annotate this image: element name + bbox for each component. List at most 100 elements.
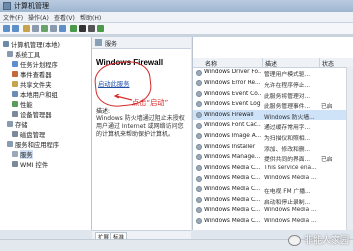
- event-viewer-icon: [12, 71, 18, 77]
- performance-icon: [12, 101, 18, 107]
- table-row[interactable]: Windows Font Cac... 通过缓存常用字...: [193, 121, 353, 131]
- wechat-icon: [287, 235, 301, 246]
- description-text: Windows 防火墙通过阻止未授权用户通过 Internet 或网络访问您的计…: [96, 115, 185, 138]
- service-description: Windows Media ...: [264, 207, 317, 214]
- app-icon: [3, 2, 11, 10]
- tree-item-storage[interactable]: 存储: [15, 120, 28, 129]
- vertical-scrollbar[interactable]: [346, 67, 353, 230]
- watermark: 非能人家园: [287, 233, 349, 246]
- table-row[interactable]: Windows Firewall Windows 防火墙...: [193, 110, 353, 121]
- tree-item-services[interactable]: 服务: [20, 150, 33, 159]
- service-name: Windows Media C...: [204, 175, 261, 182]
- gear-icon: [196, 122, 202, 129]
- watermark-text: 非能人家园: [303, 236, 349, 246]
- computer-management-window: 计算机管理 文件(F) 操作(A) 查看(V) 帮助(H) 计算机管理(本地) …: [0, 0, 353, 251]
- services-header: 服务: [92, 37, 191, 49]
- menu-help[interactable]: 帮助(H): [80, 13, 101, 22]
- table-row[interactable]: Windows Media C... Windows Media ...: [193, 216, 353, 226]
- table-row[interactable]: Windows Manage... 提供共同的界面... 已启: [193, 153, 353, 163]
- navigation-tree: 计算机管理(本地) 系统工具 任务计划程序 事件查看器 共享文件夹 本地用户和组…: [0, 37, 92, 230]
- column-status[interactable]: 状态: [322, 59, 334, 68]
- column-description[interactable]: 描述: [265, 59, 277, 68]
- tree-root[interactable]: 计算机管理(本地): [11, 40, 60, 49]
- tree-item-system-tools[interactable]: 系统工具: [15, 50, 40, 59]
- help-icon[interactable]: [59, 25, 66, 32]
- gear-icon: [196, 186, 202, 193]
- gear-icon: [196, 111, 202, 118]
- table-row[interactable]: Windows Media C... This service ena...: [193, 163, 353, 173]
- service-status: 已启: [321, 104, 333, 111]
- menu-view[interactable]: 查看(V): [54, 13, 75, 22]
- disk-icon: [12, 131, 18, 137]
- table-row[interactable]: Windows Media C... 启动和停止录制...: [193, 195, 353, 206]
- column-divider: [262, 58, 263, 67]
- service-description: Windows Media ...: [264, 217, 317, 224]
- refresh-icon[interactable]: [41, 25, 48, 32]
- table-row[interactable]: Windows Installer 添加、修改和删...: [193, 142, 353, 153]
- folder-icon[interactable]: [23, 25, 30, 32]
- tree-item-local-users[interactable]: 本地用户和组: [20, 90, 58, 99]
- table-row[interactable]: Windows Media C... Windows Media ...: [193, 206, 353, 216]
- computer-icon: [3, 41, 9, 47]
- table-row[interactable]: Windows Image A... 为扫描仪和照相...: [193, 132, 353, 142]
- service-description: 允许在程序停止...: [264, 82, 311, 89]
- services-list: 名称 描述 状态 Windows Driver Fo... 管理用户模式驱... W…: [192, 37, 353, 230]
- service-name: Windows Error Re...: [204, 79, 261, 86]
- stop-service-icon[interactable]: [79, 25, 86, 32]
- export-icon[interactable]: [50, 25, 57, 32]
- gear-icon: [196, 164, 202, 171]
- description-title: 描述:: [96, 108, 111, 115]
- service-name: Windows Event Co...: [204, 90, 261, 97]
- service-name: Windows Event Log: [204, 101, 261, 108]
- click-start-annotation: 点击“启动”: [132, 98, 169, 107]
- service-status: 已启: [321, 157, 333, 164]
- tree-item-shared-folders[interactable]: 共享文件夹: [20, 80, 51, 89]
- table-row[interactable]: Windows Driver Fo... 管理用户模式驱...: [193, 68, 353, 78]
- column-name[interactable]: 名称: [205, 59, 217, 68]
- tree-item-services-and-apps[interactable]: 服务和应用程序: [15, 140, 59, 149]
- service-details-pane: 服务 Windows Firewall 启动此服务 点击“启动” 描述: Win…: [92, 37, 191, 230]
- services-apps-icon: [7, 141, 13, 147]
- service-description: 在电视 FM 广播...: [264, 188, 311, 195]
- service-name: Windows Font Cac...: [204, 122, 261, 129]
- service-description: 此服务将管理对...: [264, 93, 311, 100]
- gear-icon: [196, 196, 202, 203]
- table-row[interactable]: Windows Error Re... 允许在程序停止...: [193, 79, 353, 89]
- device-manager-icon: [12, 111, 18, 117]
- tree-item-task-scheduler[interactable]: 任务计划程序: [20, 60, 58, 69]
- gear-icon: [196, 143, 202, 150]
- table-row[interactable]: Windows Event Log 此服务管理事件... 已启: [193, 100, 353, 110]
- tree-item-performance[interactable]: 性能: [20, 100, 33, 109]
- service-description: 启动和停止录制...: [264, 199, 311, 206]
- gear-icon: [196, 154, 202, 161]
- services-icon: [95, 39, 102, 46]
- gear-icon: [196, 207, 202, 214]
- table-row[interactable]: Windows Event Co... 此服务将管理对...: [193, 89, 353, 100]
- service-name: Windows Image A...: [204, 132, 261, 139]
- tools-icon: [7, 51, 13, 57]
- service-name: Windows Media C...: [204, 185, 261, 192]
- pause-service-icon[interactable]: [88, 25, 95, 32]
- service-name: Windows Media C...: [204, 196, 261, 203]
- start-service-icon[interactable]: [70, 25, 77, 32]
- service-name: Windows Media C...: [204, 164, 261, 171]
- gear-icon: [196, 69, 202, 76]
- menu-action[interactable]: 操作(A): [28, 13, 49, 22]
- gear-icon: [196, 175, 202, 182]
- back-icon[interactable]: [3, 25, 10, 32]
- gear-icon: [196, 133, 202, 140]
- forward-icon[interactable]: [12, 25, 19, 32]
- table-row[interactable]: Windows Media C... Windows Media ...: [193, 174, 353, 184]
- tree-item-device-manager[interactable]: 设备管理器: [20, 110, 51, 119]
- menu-file[interactable]: 文件(F): [3, 13, 23, 22]
- restart-service-icon[interactable]: [97, 25, 104, 32]
- tree-item-disk-management[interactable]: 磁盘管理: [20, 130, 45, 139]
- tree-item-event-viewer[interactable]: 事件查看器: [20, 70, 51, 79]
- tree-item-wmi[interactable]: WMI 控件: [20, 160, 48, 169]
- menu-bar: 文件(F) 操作(A) 查看(V) 帮助(H): [0, 12, 353, 23]
- properties-icon[interactable]: [32, 25, 39, 32]
- table-row[interactable]: Windows Media C... 在电视 FM 广播...: [193, 185, 353, 195]
- arrow-icon: [113, 94, 133, 101]
- service-name: Windows Manage...: [204, 154, 261, 161]
- gear-icon: [12, 151, 18, 157]
